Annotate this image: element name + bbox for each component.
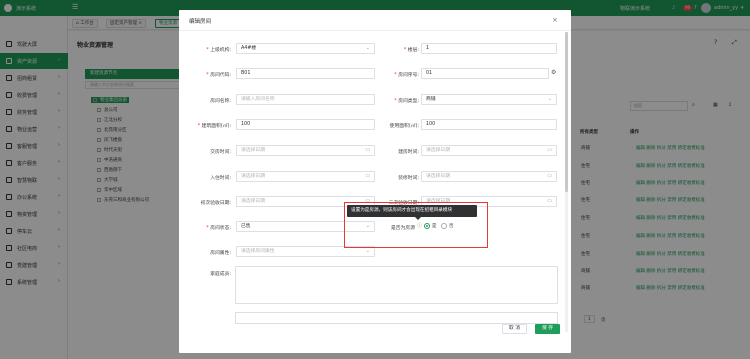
calendar-icon: ▭	[547, 198, 552, 204]
dialog-title: 编辑房间	[189, 19, 212, 25]
chevron-down-icon: ⌄	[547, 96, 552, 102]
checkin-time-label: 入住时间:	[210, 176, 231, 181]
parent-select[interactable]: A4#楼 ⌄	[236, 43, 375, 54]
gear-icon[interactable]: ⚙	[551, 69, 556, 76]
build-time-picker[interactable]: 请选择日期 ▭	[421, 145, 557, 156]
extra-textarea[interactable]	[235, 312, 558, 324]
decorate-time-label: 装修时间:	[398, 176, 419, 181]
scrollbar-thumb[interactable]	[565, 32, 568, 192]
cancel-button[interactable]: 取 消	[502, 324, 527, 334]
status-label: * 房间状态:	[206, 226, 231, 231]
room-no-input[interactable]: 01	[421, 68, 549, 79]
build-time-label: 建房时间:	[398, 150, 419, 155]
room-name-input[interactable]: 请输入房间名称	[236, 94, 375, 105]
deliver-time-label: 交房时间:	[210, 150, 231, 155]
build-area-label: * 建筑面积(㎡):	[197, 124, 231, 129]
floor-input[interactable]: 1	[421, 43, 557, 54]
first-accept-label: 初次验收日期:	[200, 201, 231, 206]
room-type-label: * 房间类型:	[394, 99, 419, 104]
use-area-label: 使用面积(㎡):	[389, 124, 419, 129]
floor-label: * 楼层:	[403, 48, 419, 53]
checkin-time-picker[interactable]: 请选择日期 ▭	[236, 171, 375, 182]
room-type-select[interactable]: 商铺 ⌄	[421, 94, 557, 105]
decorate-time-picker[interactable]: 请选择日期 ▭	[421, 171, 557, 182]
build-area-input[interactable]: 100	[236, 119, 375, 130]
room-code-input[interactable]: B01	[236, 68, 375, 79]
room-no-label: * 房间序号:	[394, 73, 419, 78]
attr-label: 房间属性:	[210, 251, 231, 256]
close-icon[interactable]: ×	[552, 16, 558, 24]
chevron-down-icon: ⌄	[365, 248, 370, 254]
members-label: 家庭成员:	[210, 272, 231, 277]
room-name-label: 房间名称:	[210, 99, 231, 104]
use-area-input[interactable]: 100	[421, 119, 557, 130]
parent-label: * 上级机构:	[206, 48, 231, 53]
calendar-icon: ▭	[547, 147, 552, 153]
calendar-icon: ▭	[547, 173, 552, 179]
save-button[interactable]: 保 存	[535, 324, 560, 334]
highlight-box	[344, 202, 488, 248]
deliver-time-picker[interactable]: 请选择日期 ▭	[236, 145, 375, 156]
edit-room-dialog: 编辑房间 × * 上级机构: A4#楼 ⌄ * 楼层: 1 * 房间代码: B01…	[179, 10, 571, 353]
members-textarea[interactable]	[235, 266, 558, 304]
room-code-label: * 房间代码:	[206, 73, 231, 78]
